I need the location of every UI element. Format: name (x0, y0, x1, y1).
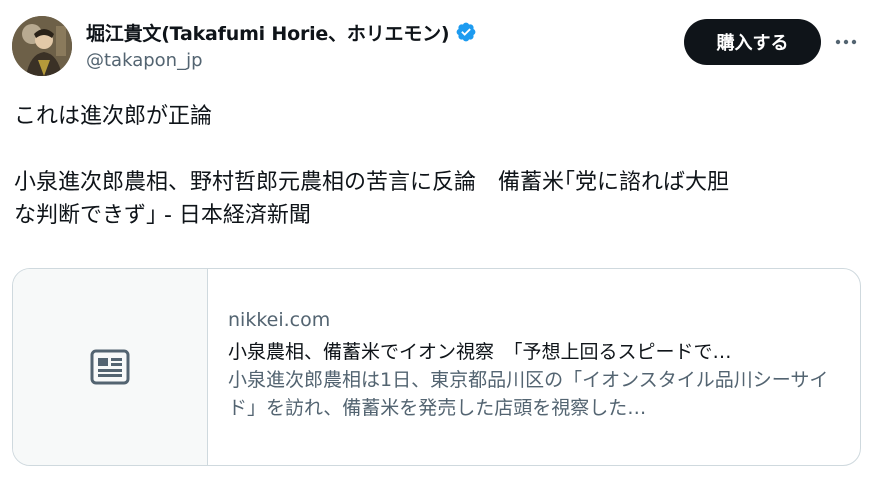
tweet-text-line: 小泉進次郎農相、野村哲郎元農相の苦言に反論 備蓄米｢党に諮れば大胆 (14, 170, 730, 195)
tweet-text: これは進次郎が正論 小泉進次郎農相、野村哲郎元農相の苦言に反論 備蓄米｢党に諮れ… (14, 100, 874, 232)
author-handle[interactable]: @takapon_jp (86, 50, 203, 71)
tweet-text-line: これは進次郎が正論 (14, 104, 213, 129)
subscribe-button[interactable]: 購入する (684, 19, 821, 65)
more-horizontal-icon (835, 39, 857, 45)
avatar-image (12, 16, 72, 76)
link-preview-card[interactable]: nikkei.com 小泉農相、備蓄米でイオン視察 「予想上回るスピードで… 小… (12, 268, 861, 466)
more-options-button[interactable] (830, 28, 862, 56)
card-description: 小泉進次郎農相は1日、東京都品川区の「イオンスタイル品川シーサイド」を訪れ、備蓄… (228, 369, 829, 419)
article-icon (90, 349, 130, 385)
tweet: 堀江貴文(Takafumi Horie、ホリエモン) @takapon_jp 購… (0, 0, 890, 486)
author-name[interactable]: 堀江貴文(Takafumi Horie、ホリエモン) (86, 19, 450, 46)
avatar[interactable] (12, 16, 72, 76)
card-title: 小泉農相、備蓄米でイオン視察 「予想上回るスピードで… (228, 341, 732, 363)
card-domain: nikkei.com (228, 309, 331, 331)
author-name-row[interactable]: 堀江貴文(Takafumi Horie、ホリエモン) (86, 18, 477, 46)
card-thumbnail (13, 269, 208, 465)
tweet-text-line: な判断できず｣ - 日本経済新聞 (14, 203, 311, 228)
card-body: nikkei.com 小泉農相、備蓄米でイオン視察 「予想上回るスピードで… 小… (208, 269, 860, 465)
tweet-text-gap (14, 133, 874, 166)
verified-badge-icon (455, 21, 477, 43)
